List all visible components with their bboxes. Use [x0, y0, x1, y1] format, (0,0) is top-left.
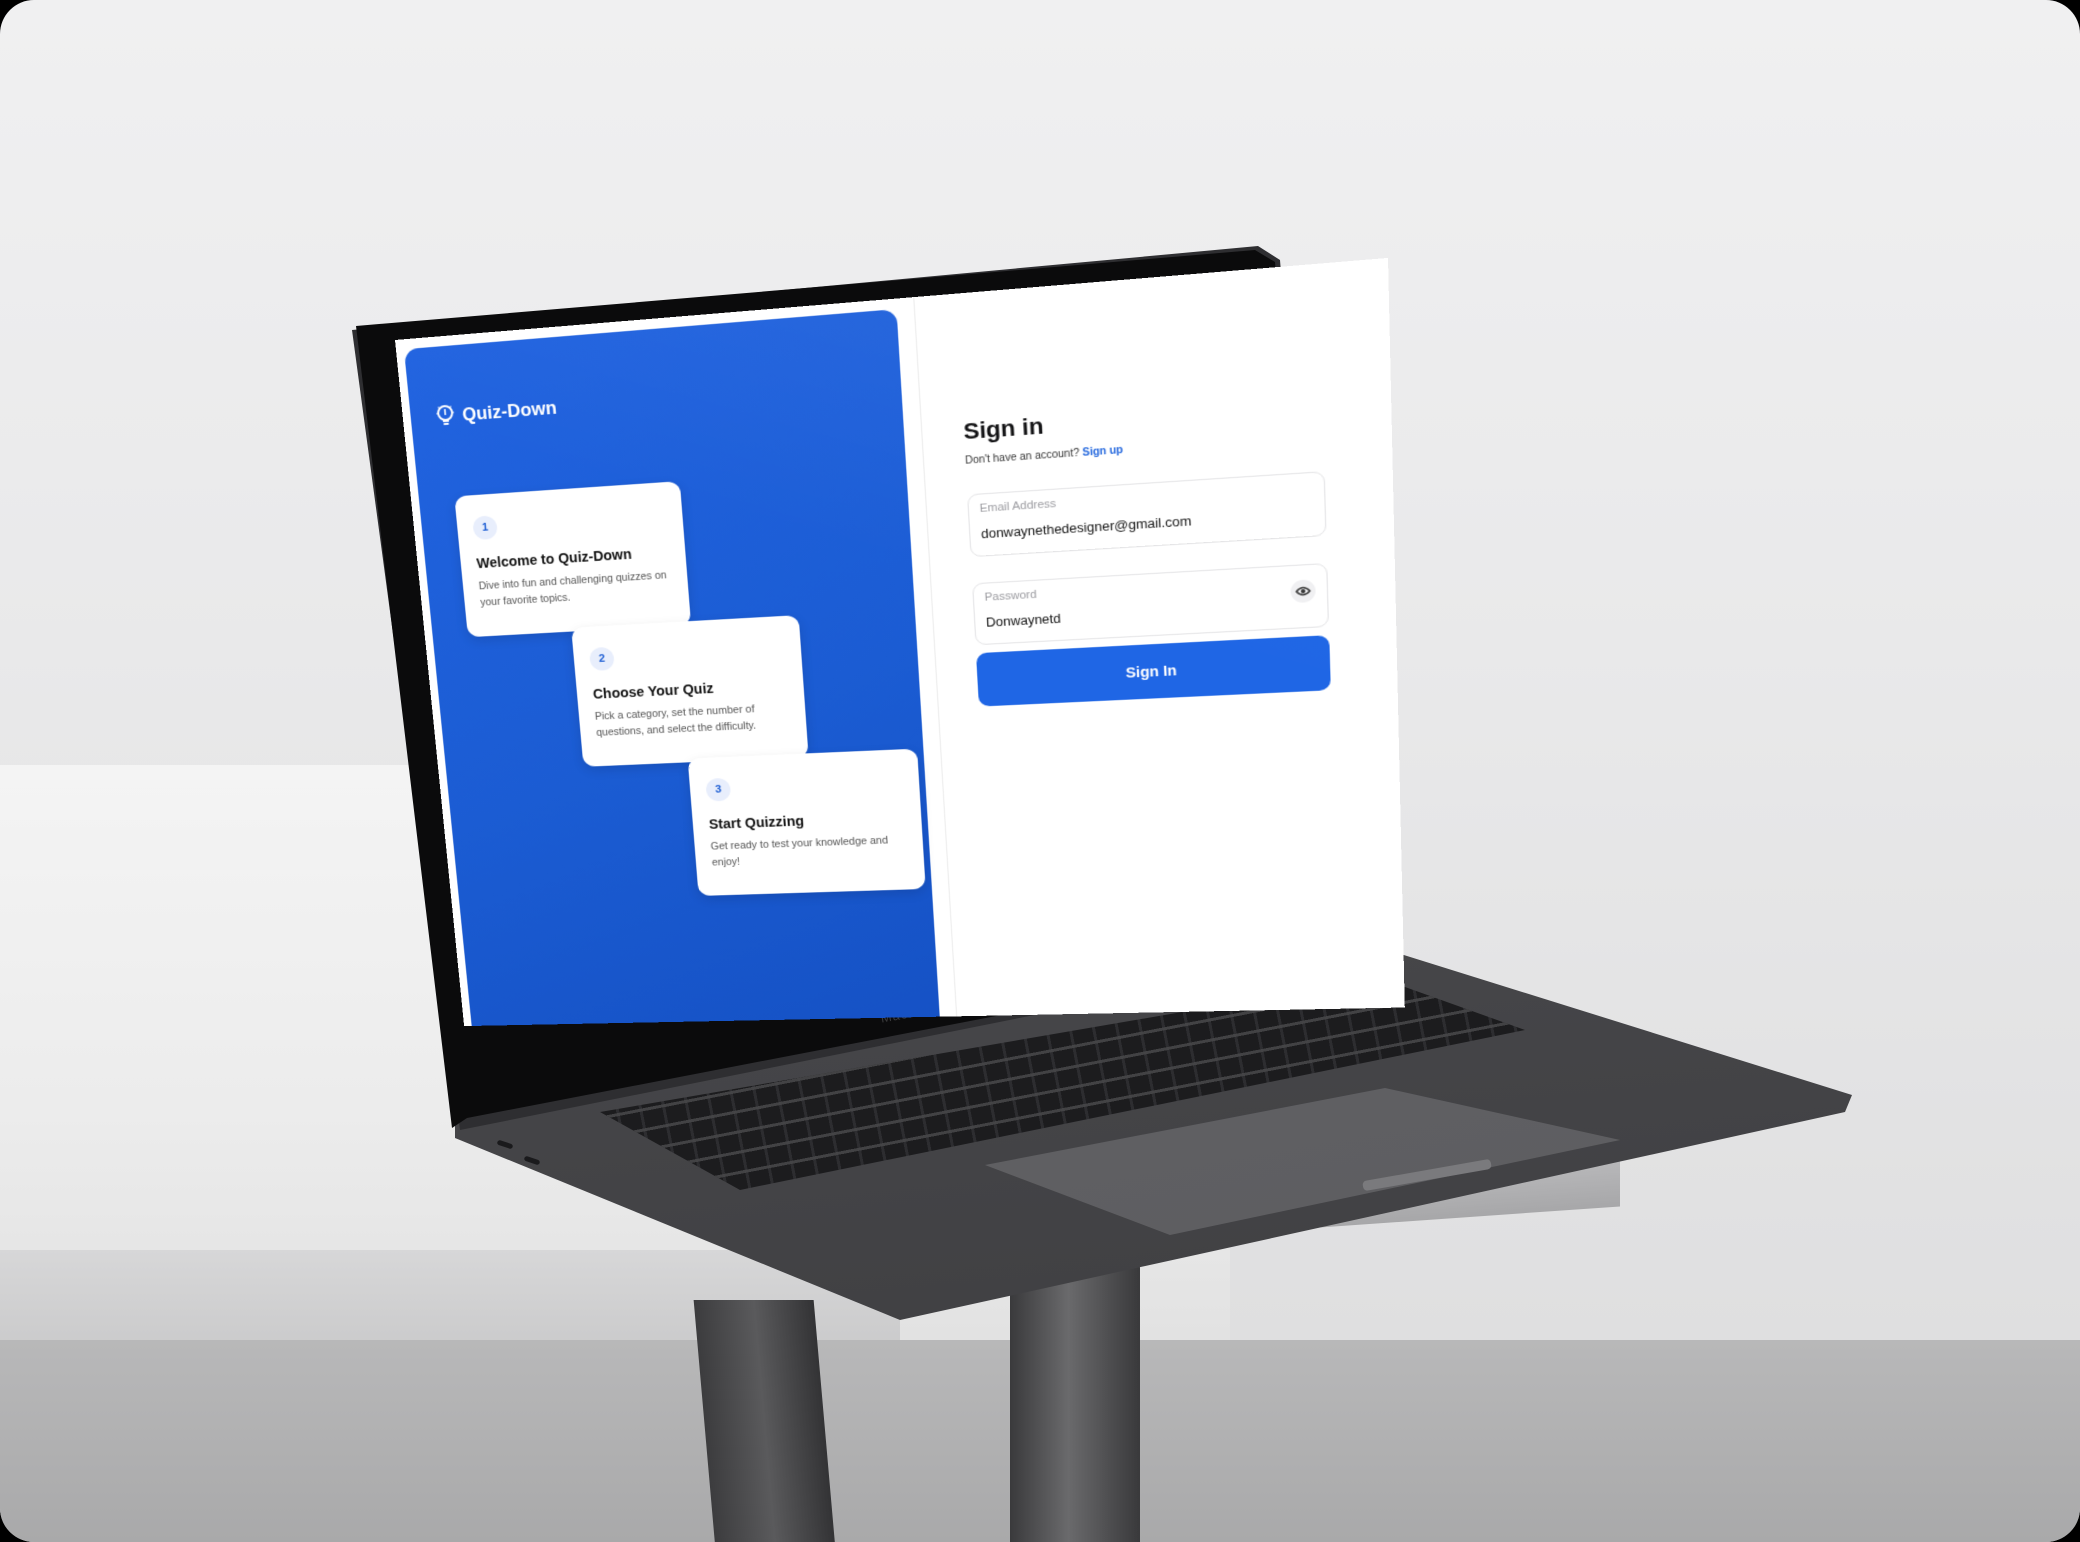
step-title: Welcome to Quiz-Down	[475, 545, 633, 572]
step-number: 1	[472, 515, 499, 541]
laptop: MacBook Pro	[0, 0, 2080, 1542]
step-number: 3	[705, 777, 732, 802]
onboarding-panel: Quiz-Down 1 Welcome to Quiz-Down Dive in…	[403, 309, 941, 1027]
step-description: Dive into fun and challenging quizzes on…	[478, 569, 668, 609]
step-card: 1 Welcome to Quiz-Down Dive into fun and…	[454, 481, 692, 638]
brand-name: Quiz-Down	[461, 397, 558, 425]
screen-wrap: Quiz-Down 1 Welcome to Quiz-Down Dive in…	[0, 0, 2080, 1542]
password-input[interactable]	[985, 599, 1283, 630]
step-card: 3 Start Quizzing Get ready to test your …	[687, 748, 926, 896]
step-description: Get ready to test your knowledge and enj…	[710, 834, 889, 869]
email-label: Email Address	[979, 497, 1057, 515]
scene: MacBook Pro	[0, 0, 2080, 1542]
password-field[interactable]: Password	[972, 562, 1330, 646]
step-title: Start Quizzing	[708, 813, 805, 832]
page-title: Sign in	[962, 412, 1045, 445]
step-description: Pick a category, set the number of quest…	[594, 703, 757, 739]
lightbulb-icon	[435, 403, 455, 428]
app-screen: Quiz-Down 1 Welcome to Quiz-Down Dive in…	[395, 257, 1405, 1027]
step-title: Choose Your Quiz	[592, 680, 715, 702]
signin-button[interactable]: Sign In	[975, 635, 1331, 707]
signin-panel: Sign in Don't have an account? Sign up E…	[913, 257, 1405, 1017]
step-card: 2 Choose Your Quiz Pick a category, set …	[571, 615, 809, 767]
signup-prompt: Don't have an account? Sign up	[965, 445, 1123, 467]
password-label: Password	[984, 588, 1037, 604]
step-number: 2	[588, 646, 615, 672]
email-input[interactable]	[980, 508, 1280, 542]
eye-icon[interactable]	[1290, 579, 1316, 604]
signup-prompt-text: Don't have an account?	[964, 447, 1080, 467]
email-field[interactable]: Email Address	[967, 471, 1327, 558]
signup-link[interactable]: Sign up	[1082, 445, 1123, 459]
brand[interactable]: Quiz-Down	[435, 396, 557, 429]
